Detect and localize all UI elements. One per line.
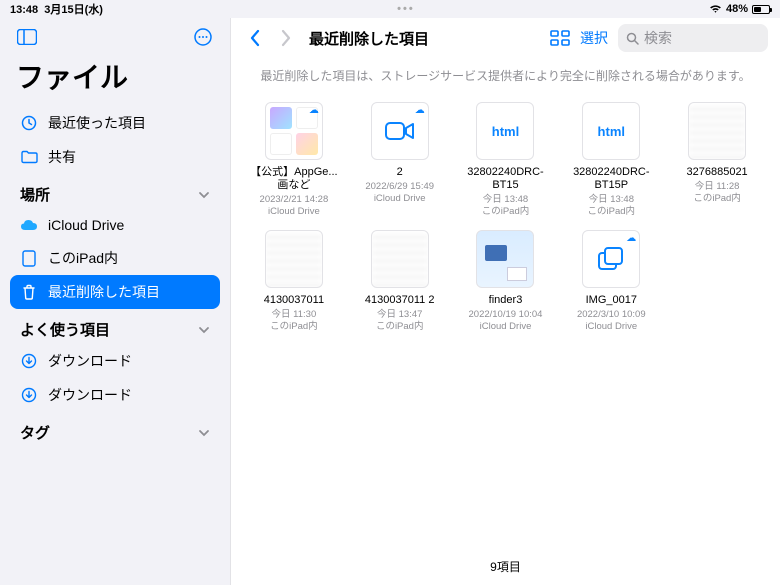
download-icon <box>20 352 38 370</box>
trash-icon <box>20 283 38 301</box>
sidebar-item-label: ダウンロード <box>48 351 210 371</box>
file-meta: 今日 13:48このiPad内 <box>482 194 530 218</box>
file-meta: 2023/2/21 14:28iCloud Drive <box>260 194 329 218</box>
status-time-date: 13:48 3月15日(水) <box>10 1 103 17</box>
deletion-banner: 最近削除した項目は、ストレージサービス提供者により完全に削除される場合があります… <box>231 59 780 98</box>
main-pane: 最近削除した項目 選択 検索 最近削除した項目は、ストレージサービス提供者により… <box>230 18 780 585</box>
forward-button[interactable] <box>275 27 297 49</box>
file-item[interactable]: html 32802240DRC-BT15P 今日 13:48このiPad内 <box>560 98 662 222</box>
html-icon: html <box>492 124 519 139</box>
video-icon <box>385 120 415 142</box>
sidebar-item-downloads[interactable]: ダウンロード <box>10 344 220 378</box>
sidebar-section-favorites[interactable]: よく使う項目 <box>10 309 220 344</box>
search-placeholder: 検索 <box>644 28 672 48</box>
sidebar-item-recents[interactable]: 最近使った項目 <box>10 106 220 140</box>
battery-icon <box>752 5 770 14</box>
file-meta: 2022/6/29 15:49iCloud Drive <box>365 181 434 205</box>
file-thumbnail: ☁︎ <box>582 230 640 288</box>
cloud-icon: ☁︎ <box>309 105 319 116</box>
select-button[interactable]: 選択 <box>580 28 608 48</box>
item-count-footer: 9項目 <box>231 550 780 585</box>
file-meta: 今日 13:47このiPad内 <box>376 309 424 333</box>
file-name: finder3 <box>489 294 523 307</box>
sidebar-toggle-icon[interactable] <box>16 26 38 48</box>
file-item[interactable]: ☁︎ 【公式】AppGe...画など 2023/2/21 14:28iCloud… <box>243 98 345 222</box>
chevron-down-icon <box>198 429 210 437</box>
file-name: 4130037011 2 <box>365 294 435 307</box>
chevron-down-icon <box>198 326 210 334</box>
ipad-icon <box>20 249 38 267</box>
sidebar-item-label: 最近削除した項目 <box>48 282 210 302</box>
search-input[interactable]: 検索 <box>618 24 768 52</box>
sidebar-section-locations[interactable]: 場所 <box>10 174 220 209</box>
more-icon[interactable] <box>192 26 214 48</box>
sidebar-item-label: 最近使った項目 <box>48 113 210 133</box>
view-mode-button[interactable] <box>550 30 570 46</box>
sidebar-item-recently-deleted[interactable]: 最近削除した項目 <box>10 275 220 309</box>
file-thumbnail <box>476 230 534 288</box>
topbar: 最近削除した項目 選択 検索 <box>231 18 780 59</box>
back-button[interactable] <box>243 27 265 49</box>
file-item[interactable]: 4130037011 今日 11:30このiPad内 <box>243 226 345 337</box>
search-icon <box>626 32 639 45</box>
file-item[interactable]: 3276885021 今日 11:28このiPad内 <box>666 98 768 222</box>
file-item[interactable]: finder3 2022/10/19 10:04iCloud Drive <box>455 226 557 337</box>
folder-shared-icon <box>20 148 38 166</box>
sidebar-item-on-ipad[interactable]: このiPad内 <box>10 241 220 275</box>
sidebar: ファイル 最近使った項目 共有 場所 iCloud Drive このiPad内 … <box>0 18 230 585</box>
file-name: 【公式】AppGe...画など <box>249 166 339 192</box>
file-meta: 2022/3/10 10:09iCloud Drive <box>577 309 646 333</box>
sidebar-item-label: 共有 <box>48 147 210 167</box>
file-thumbnail: ☁︎ <box>371 102 429 160</box>
file-thumbnail: ☁︎ <box>265 102 323 160</box>
file-meta: 2022/10/19 10:04iCloud Drive <box>469 309 543 333</box>
sidebar-item-label: iCloud Drive <box>48 217 210 233</box>
cloud-icon: ☁︎ <box>415 105 425 116</box>
wifi-icon <box>709 4 722 14</box>
file-name: 3276885021 <box>687 166 748 179</box>
file-grid: ☁︎ 【公式】AppGe...画など 2023/2/21 14:28iCloud… <box>231 98 780 550</box>
file-thumbnail <box>688 102 746 160</box>
sidebar-title: ファイル <box>10 54 220 106</box>
file-meta: 今日 11:30このiPad内 <box>270 309 318 333</box>
file-thumbnail <box>265 230 323 288</box>
file-item[interactable]: ☁︎ IMG_0017 2022/3/10 10:09iCloud Drive <box>560 226 662 337</box>
file-name: 32802240DRC-BT15P <box>566 166 656 192</box>
clock-icon <box>20 114 38 132</box>
chevron-down-icon <box>198 191 210 199</box>
sidebar-section-tags[interactable]: タグ <box>10 412 220 447</box>
page-title: 最近削除した項目 <box>309 28 429 49</box>
sidebar-item-label: このiPad内 <box>48 248 210 268</box>
status-right: 48% <box>709 3 770 15</box>
download-icon <box>20 386 38 404</box>
sidebar-item-downloads[interactable]: ダウンロード <box>10 378 220 412</box>
file-name: 2 <box>397 166 403 179</box>
file-item[interactable]: ☁︎ 2 2022/6/29 15:49iCloud Drive <box>349 98 451 222</box>
copy-stack-icon <box>596 246 626 272</box>
icloud-icon <box>20 216 38 234</box>
file-name: 4130037011 <box>264 294 324 307</box>
sidebar-item-icloud[interactable]: iCloud Drive <box>10 209 220 241</box>
file-item[interactable]: 4130037011 2 今日 13:47このiPad内 <box>349 226 451 337</box>
multitask-dots[interactable]: ••• <box>103 3 709 15</box>
file-item[interactable]: html 32802240DRC-BT15 今日 13:48このiPad内 <box>455 98 557 222</box>
file-thumbnail: html <box>582 102 640 160</box>
status-bar: 13:48 3月15日(水) ••• 48% <box>0 0 780 18</box>
file-thumbnail <box>371 230 429 288</box>
file-thumbnail: html <box>476 102 534 160</box>
sidebar-item-shared[interactable]: 共有 <box>10 140 220 174</box>
sidebar-item-label: ダウンロード <box>48 385 210 405</box>
file-name: IMG_0017 <box>586 294 637 307</box>
cloud-icon: ☁︎ <box>626 233 636 244</box>
file-meta: 今日 13:48このiPad内 <box>588 194 636 218</box>
file-name: 32802240DRC-BT15 <box>460 166 550 192</box>
html-icon: html <box>598 124 625 139</box>
file-meta: 今日 11:28このiPad内 <box>693 181 741 205</box>
